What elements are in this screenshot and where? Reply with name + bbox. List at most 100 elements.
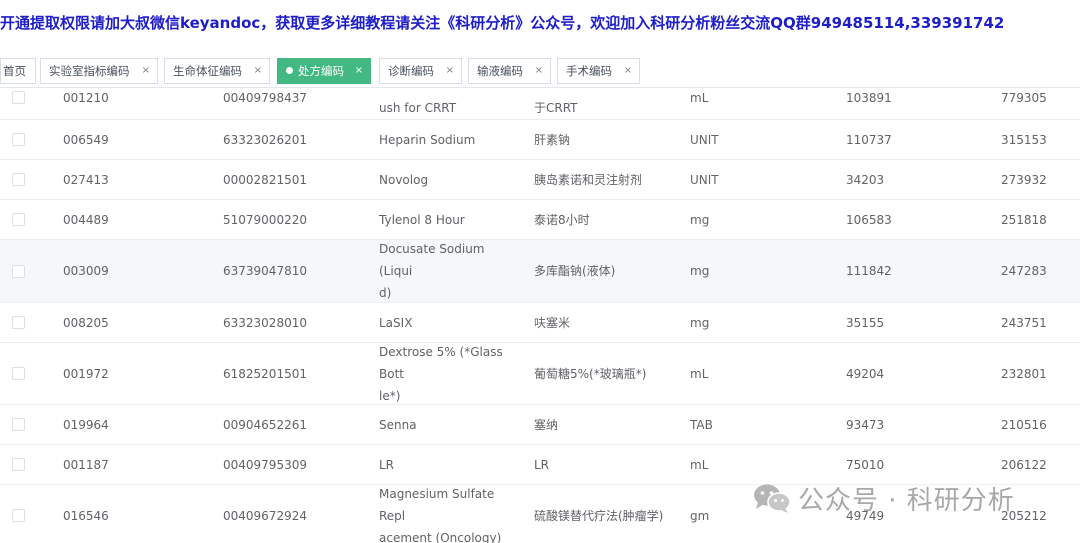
close-icon[interactable]: × <box>624 59 632 83</box>
cell-encoding-id: 006549 <box>63 120 109 159</box>
cell-count-2: 232801 <box>1001 343 1047 404</box>
cell-count-1: 49204 <box>846 343 884 404</box>
cell-drug-name: LR <box>379 445 514 484</box>
prescription-table: 001210 00409798437 ush for CRRT 于CRRT mL 1038… <box>0 80 1080 543</box>
cell-ndc-text: 63323028010 <box>223 315 307 330</box>
cell-encoding-id: 016546 <box>63 485 109 543</box>
cell-encoding-id: 019964 <box>63 405 109 444</box>
cell-count-1: 106583 <box>846 200 892 239</box>
cell-ndc-text: 63323026201 <box>223 132 307 147</box>
table-row[interactable]: 004489 51079000220 Tylenol 8 Hour 泰诺8小时 mg 10… <box>0 200 1080 240</box>
cell-count-1: 110737 <box>846 120 892 159</box>
row-checkbox[interactable] <box>12 509 25 522</box>
cell-count-1-text: 93473 <box>846 417 885 432</box>
cell-ndc-text: 00409672924 <box>223 508 307 523</box>
cell-drug-name-line: Magnesium Sulfate Repl <box>379 486 495 523</box>
close-icon[interactable]: × <box>254 59 262 83</box>
table-row[interactable]: 019964 00904652261 Senna 塞纳 TAB 93473 210516 <box>0 405 1080 445</box>
table-row[interactable]: 001972 61825201501 Dextrose 5% (*Glass Bot… <box>0 343 1080 405</box>
cell-encoding-id-text: 006549 <box>63 132 109 147</box>
row-checkbox[interactable] <box>12 458 25 471</box>
close-icon[interactable]: × <box>535 59 543 83</box>
cell-count-2-text: 232801 <box>1001 366 1047 381</box>
cell-drug-name: Docusate Sodium (Liqui d) <box>379 240 514 302</box>
row-checkbox[interactable] <box>12 91 25 104</box>
cell-encoding-id-text: 008205 <box>63 315 109 330</box>
tab-2[interactable]: 生命体征编码 × <box>164 58 270 84</box>
cell-count-2-text: 243751 <box>1001 315 1047 330</box>
cell-encoding-id-text: 016546 <box>63 508 109 523</box>
cell-encoding-id-text: 001210 <box>63 90 109 105</box>
row-checkbox[interactable] <box>12 418 25 431</box>
cell-count-1-text: 111842 <box>846 264 892 278</box>
cell-drug-name-cn: LR <box>534 445 674 484</box>
cell-drug-name-cn-line: LR <box>534 457 550 472</box>
cell-drug-name-line: Heparin Sodium <box>379 132 476 147</box>
cell-drug-name-line: LR <box>379 457 395 472</box>
cell-ndc-text: 61825201501 <box>223 366 307 381</box>
close-icon[interactable]: × <box>142 59 150 83</box>
cell-drug-name: Magnesium Sulfate Repl acement (Oncology) <box>379 485 514 543</box>
tab-label: 诊断编码 <box>388 64 434 78</box>
cell-unit: UNIT <box>690 120 719 159</box>
row-checkbox[interactable] <box>12 133 25 146</box>
cell-drug-name-line: le*) <box>379 388 401 403</box>
cell-unit-text: mg <box>690 315 710 330</box>
cell-count-2: 247283 <box>1001 240 1047 302</box>
tab-3[interactable]: 处方编码 × <box>277 58 371 84</box>
cell-drug-name-line: Dextrose 5% (*Glass Bott <box>379 344 503 381</box>
cell-unit-text: TAB <box>690 417 713 432</box>
cell-encoding-id: 001972 <box>63 343 109 404</box>
tab-label: 手术编码 <box>566 64 612 78</box>
cell-ndc: 00904652261 <box>223 405 307 444</box>
cell-count-1: 34203 <box>846 160 884 199</box>
cell-unit-text: mg <box>690 212 710 227</box>
row-checkbox[interactable] <box>12 264 25 278</box>
cell-ndc-text: 00409798437 <box>223 90 307 105</box>
cell-encoding-id-text: 001187 <box>63 457 109 472</box>
cell-drug-name-cn-line: 胰岛素诺和灵注射剂 <box>534 172 643 187</box>
cell-count-2-text: 273932 <box>1001 172 1047 187</box>
row-checkbox[interactable] <box>12 213 25 226</box>
cell-count-1: 111842 <box>846 240 892 302</box>
cell-drug-name-line: Tylenol 8 Hour <box>379 212 465 227</box>
cell-ndc-text: 00904652261 <box>223 417 307 432</box>
watermark: 公众号 · 科研分析 <box>752 478 1015 518</box>
close-icon[interactable]: × <box>355 59 363 83</box>
close-icon[interactable]: × <box>446 59 454 83</box>
cell-drug-name-cn: 肝素钠 <box>534 120 674 159</box>
row-checkbox[interactable] <box>12 367 25 380</box>
row-checkbox-cell <box>12 240 25 302</box>
tab-5[interactable]: 输液编码 × <box>468 58 551 84</box>
cell-unit: mg <box>690 240 709 302</box>
tab-4[interactable]: 诊断编码 × <box>379 58 462 84</box>
cell-unit-text: mL <box>690 366 709 381</box>
table-row[interactable]: 027413 00002821501 Novolog 胰岛素诺和灵注射剂 UNIT 342… <box>0 160 1080 200</box>
cell-encoding-id-text: 001972 <box>63 366 109 381</box>
cell-ndc: 61825201501 <box>223 343 307 404</box>
cell-count-1-text: 75010 <box>846 457 885 472</box>
cell-unit-text: mg <box>690 264 710 278</box>
tab-label: 输液编码 <box>477 64 523 78</box>
row-checkbox[interactable] <box>12 316 25 329</box>
cell-ndc-text: 00002821501 <box>223 172 307 187</box>
cell-count-2: 273932 <box>1001 160 1047 199</box>
row-checkbox-cell <box>12 485 25 543</box>
tab-1[interactable]: 实验室指标编码 × <box>40 58 158 84</box>
cell-count-2: 251818 <box>1001 200 1047 239</box>
table-row[interactable]: 003009 63739047810 Docusate Sodium (Liqui d… <box>0 240 1080 303</box>
table-row[interactable]: 008205 63323028010 LaSIX 呋塞米 mg 35155 243751 <box>0 303 1080 343</box>
cell-ndc: 00002821501 <box>223 160 307 199</box>
tab-6[interactable]: 手术编码 × <box>557 58 640 84</box>
cell-unit-text: UNIT <box>690 132 719 147</box>
active-dot-icon <box>286 67 293 74</box>
cell-count-2-text: 779305 <box>1001 90 1047 105</box>
cell-drug-name-line: Docusate Sodium (Liqui <box>379 242 485 278</box>
row-checkbox[interactable] <box>12 173 25 186</box>
cell-ndc: 63739047810 <box>223 240 307 302</box>
table-row[interactable]: 006549 63323026201 Heparin Sodium 肝素钠 UNIT 11… <box>0 120 1080 160</box>
cell-count-1-text: 34203 <box>846 172 885 187</box>
cell-drug-name-cn: 硫酸镁替代疗法(肿瘤学) <box>534 485 674 543</box>
cell-ndc: 63323026201 <box>223 120 307 159</box>
tab-0[interactable]: 首页 <box>0 58 36 84</box>
